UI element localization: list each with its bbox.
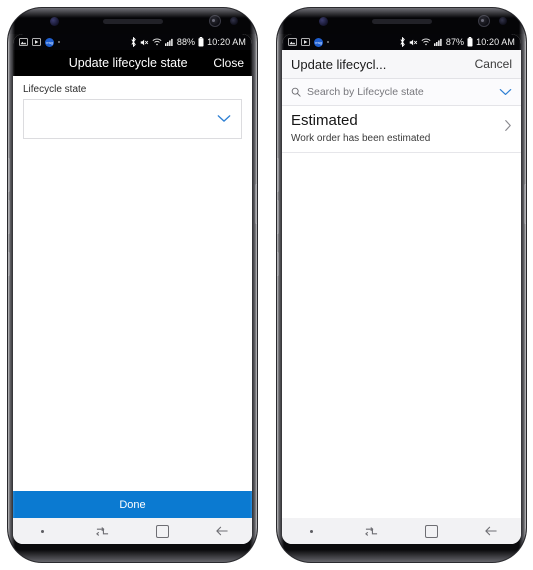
page-title: Update lifecycle state (68, 56, 188, 70)
iris-scanner-icon (50, 17, 59, 26)
dot-icon (327, 41, 329, 43)
mute-icon (409, 38, 418, 47)
play-icon (32, 38, 41, 46)
app-badge-icon: msg (314, 37, 323, 47)
dot-icon (58, 41, 60, 43)
play-icon (301, 38, 310, 46)
recents-icon[interactable] (73, 525, 133, 538)
wifi-icon (152, 38, 162, 46)
search-bar[interactable]: Search by Lifecycle state (282, 79, 521, 106)
front-camera-icon (209, 15, 221, 27)
front-camera-icon (478, 15, 490, 27)
clock: 10:20 AM (207, 37, 246, 47)
content-blank-area (282, 153, 521, 518)
system-navigation-bar (13, 518, 252, 544)
app-badge-icon: msg (45, 37, 54, 47)
phone-sensor-strip (277, 8, 526, 34)
signal-icon (164, 38, 174, 46)
cancel-button[interactable]: Cancel (475, 57, 512, 71)
iris-scanner-icon (319, 17, 328, 26)
proximity-sensor-icon (499, 17, 507, 25)
list-item-subtitle: Work order has been estimated (291, 132, 431, 144)
chevron-down-icon (217, 110, 231, 128)
battery-icon (467, 37, 473, 47)
battery-percent: 87% (445, 37, 465, 47)
page-title: Update lifecycl... (291, 56, 387, 72)
search-input[interactable]: Search by Lifecycle state (307, 86, 493, 98)
earpiece-speaker (371, 19, 432, 24)
chevron-right-icon (498, 119, 512, 137)
system-navigation-bar (282, 518, 521, 544)
wifi-icon (421, 38, 431, 46)
home-icon[interactable] (133, 524, 193, 538)
mute-icon (140, 38, 149, 47)
battery-percent: 88% (176, 37, 196, 47)
phone-screen-right: msg 87% 10:20 AM Update lifecycl... Canc… (282, 34, 521, 544)
volume-up-button[interactable] (277, 158, 279, 192)
power-button[interactable] (524, 184, 526, 224)
phone-screen-left: msg 88% 10:20 AM Update lifecycle state … (13, 34, 252, 544)
power-button[interactable] (255, 184, 257, 224)
content-blank-area (13, 139, 252, 491)
nav-dot-indicator (282, 529, 342, 533)
image-icon (19, 38, 28, 46)
back-icon[interactable] (192, 525, 252, 537)
form-body: Lifecycle state Done (13, 76, 252, 518)
phone-right: msg 87% 10:20 AM Update lifecycl... Canc… (277, 8, 526, 562)
volume-up-button[interactable] (8, 158, 10, 192)
phone-left: msg 88% 10:20 AM Update lifecycle state … (8, 8, 257, 562)
bluetooth-icon (399, 37, 406, 47)
assistant-button[interactable] (277, 252, 279, 276)
list-item-title: Estimated (291, 112, 358, 129)
status-bar: msg 88% 10:20 AM (13, 34, 252, 50)
phone-rim-bottom-left (8, 550, 257, 562)
app-header: Update lifecycle state Close (13, 50, 252, 76)
close-button[interactable]: Close (207, 56, 244, 70)
clock: 10:20 AM (476, 37, 515, 47)
volume-down-button[interactable] (8, 200, 10, 234)
image-icon (288, 38, 297, 46)
chevron-down-icon[interactable] (499, 83, 512, 101)
assistant-button[interactable] (8, 252, 10, 276)
phone-rim-bottom-right (277, 550, 526, 562)
lifecycle-state-dropdown[interactable] (23, 99, 242, 139)
proximity-sensor-icon (230, 17, 238, 25)
done-button[interactable]: Done (13, 491, 252, 518)
volume-down-button[interactable] (277, 200, 279, 234)
recents-icon[interactable] (342, 525, 402, 538)
battery-icon (198, 37, 204, 47)
signal-icon (433, 38, 443, 46)
phone-sensor-strip (8, 8, 257, 34)
earpiece-speaker (102, 19, 163, 24)
app-header: Update lifecycl... Cancel (282, 50, 521, 79)
home-icon[interactable] (402, 524, 462, 538)
status-bar: msg 87% 10:20 AM (282, 34, 521, 50)
picker-body: Search by Lifecycle state Estimated Work… (282, 79, 521, 518)
list-item[interactable]: Estimated Work order has been estimated (282, 106, 521, 153)
search-icon (291, 87, 301, 97)
bluetooth-icon (130, 37, 137, 47)
back-icon[interactable] (461, 525, 521, 537)
lifecycle-state-label: Lifecycle state (23, 84, 87, 95)
nav-dot-indicator (13, 529, 73, 533)
